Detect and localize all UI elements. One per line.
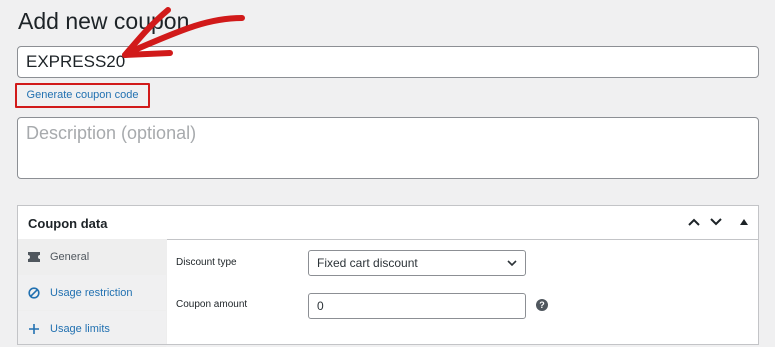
discount-type-select[interactable]: Fixed cart discount xyxy=(308,250,526,276)
plus-icon xyxy=(26,323,42,335)
coupon-amount-label: Coupon amount xyxy=(176,299,248,310)
coupon-data-tabs: General Usage restriction Usage limits xyxy=(18,239,167,347)
discount-type-value: Fixed cart discount xyxy=(317,256,418,270)
panel-title: Coupon data xyxy=(28,216,108,231)
tab-label: General xyxy=(50,250,90,263)
triangle-up-icon xyxy=(740,219,748,225)
panel-header: Coupon data xyxy=(18,206,758,240)
chevron-down-icon xyxy=(710,218,722,226)
description-field[interactable] xyxy=(17,117,759,179)
help-icon[interactable]: ? xyxy=(536,299,548,311)
tab-label: Usage restriction xyxy=(50,286,133,299)
toggle-panel-button[interactable] xyxy=(734,212,754,232)
coupon-amount-input[interactable] xyxy=(308,293,526,319)
tab-label: Usage limits xyxy=(50,322,110,335)
chevron-down-icon xyxy=(507,260,517,266)
tab-usage-limits[interactable]: Usage limits xyxy=(18,311,166,347)
prohibited-icon xyxy=(26,286,42,299)
move-up-button[interactable] xyxy=(684,212,704,232)
generate-coupon-code-link[interactable]: Generate coupon code xyxy=(15,83,150,108)
ticket-icon xyxy=(26,251,42,262)
tab-general[interactable]: General xyxy=(18,239,166,275)
chevron-up-icon xyxy=(688,218,700,226)
tab-usage-restriction[interactable]: Usage restriction xyxy=(18,275,166,311)
red-arrow-annotation-icon xyxy=(122,7,245,58)
move-down-button[interactable] xyxy=(706,212,726,232)
coupon-data-panel: Coupon data General Usage restriction Us… xyxy=(17,205,759,347)
discount-type-label: Discount type xyxy=(176,257,237,268)
